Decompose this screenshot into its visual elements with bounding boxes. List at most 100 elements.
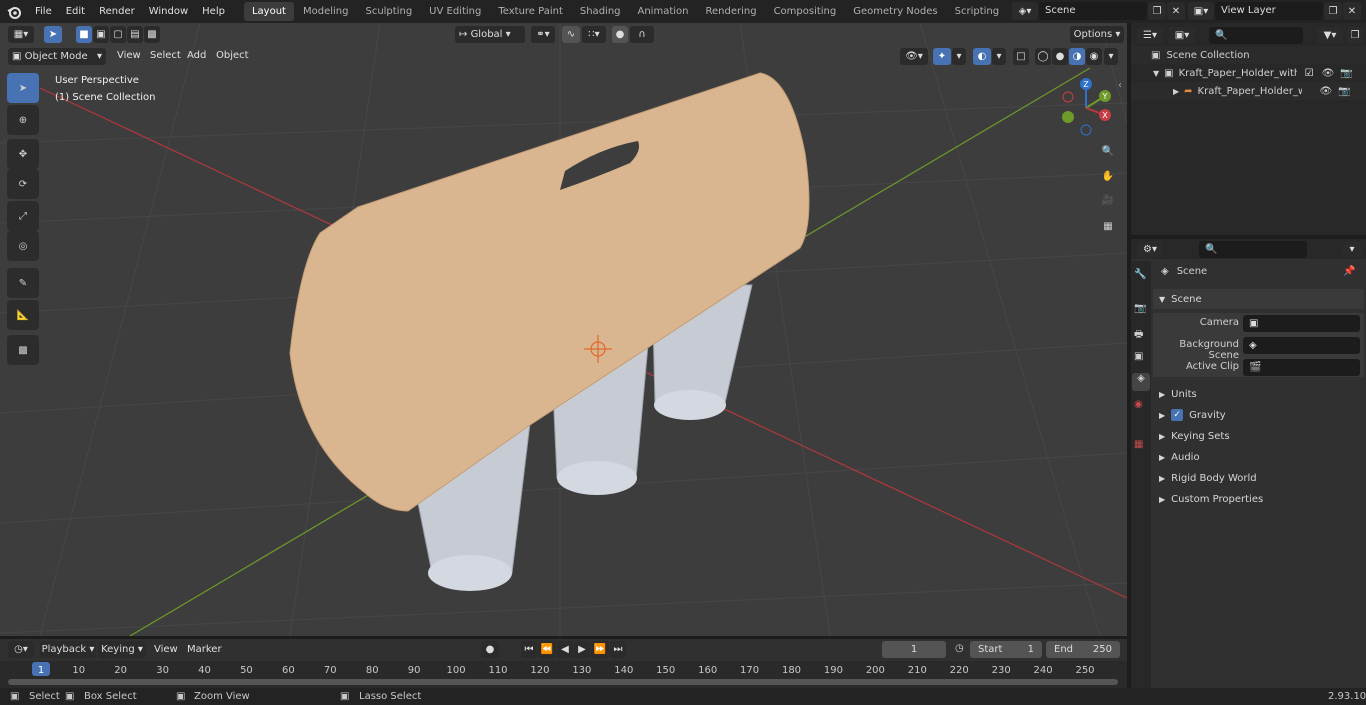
transform-orientation-dropdown[interactable]: ↦ Global ▾: [455, 25, 525, 43]
scene-section-header[interactable]: ▼ Scene: [1153, 289, 1364, 309]
outliner-editor-icon[interactable]: ☰▾: [1137, 26, 1163, 44]
expand-arrow-icon[interactable]: ▶: [1173, 87, 1179, 96]
show-gizmo-icon[interactable]: ✦: [933, 47, 951, 65]
xray-toggle-icon[interactable]: □: [1013, 47, 1029, 65]
gizmo-dropdown-icon[interactable]: ▾: [952, 47, 966, 65]
outliner-search-input[interactable]: 🔍: [1209, 26, 1303, 44]
outliner-row-object[interactable]: ▶ ➦ Kraft_Paper_Holder_with_ 👁 📷: [1131, 82, 1366, 100]
gravity-checkbox[interactable]: ✓: [1171, 409, 1184, 421]
annotate-tool-icon[interactable]: ✎: [7, 268, 39, 298]
gravity-section[interactable]: ▶ ✓ Gravity: [1153, 405, 1364, 425]
properties-search-input[interactable]: 🔍: [1199, 240, 1307, 258]
options-dropdown[interactable]: Options ▾: [1070, 25, 1124, 43]
select-intersect-icon[interactable]: ▩: [144, 25, 160, 43]
view-layer-icon[interactable]: ▣▾: [1188, 2, 1214, 20]
start-frame-field[interactable]: Start 1: [970, 641, 1042, 658]
keying-dropdown[interactable]: Keying ▾: [98, 641, 146, 658]
wireframe-shading-icon[interactable]: ◯: [1035, 47, 1051, 65]
render-camera-icon[interactable]: 📷: [1340, 68, 1352, 79]
menu-edit[interactable]: Edit: [59, 0, 92, 23]
tab-geometry-nodes[interactable]: Geometry Nodes: [845, 2, 945, 21]
units-section[interactable]: ▶ Units: [1153, 384, 1364, 404]
rendered-shading-icon[interactable]: ◉: [1086, 47, 1102, 65]
tab-compositing[interactable]: Compositing: [766, 2, 845, 21]
object-mode-dropdown[interactable]: ▣ Object Mode ▾: [8, 47, 106, 65]
proportional-edit-icon[interactable]: ●: [612, 25, 628, 43]
audio-section[interactable]: ▶ Audio: [1153, 447, 1364, 467]
sidebar-toggle-icon[interactable]: ‹: [1118, 80, 1122, 91]
visibility-selectability-icon[interactable]: 👁▾: [900, 47, 928, 65]
material-preview-icon[interactable]: ◑: [1069, 47, 1085, 65]
prev-keyframe-icon[interactable]: ⏪: [538, 641, 556, 658]
timeline-menu-marker[interactable]: Marker: [180, 639, 229, 660]
world-tab-icon[interactable]: ◉: [1134, 399, 1143, 410]
auto-keying-icon[interactable]: ●: [481, 641, 499, 658]
active-clip-field[interactable]: 🎬: [1243, 359, 1360, 376]
jump-end-icon[interactable]: ⏭: [610, 641, 626, 658]
new-scene-icon[interactable]: ❐: [1148, 2, 1166, 20]
visibility-eye-icon[interactable]: 👁: [1320, 86, 1333, 97]
expand-arrow-icon[interactable]: ▼: [1153, 69, 1159, 78]
tab-sculpting[interactable]: Sculpting: [357, 2, 420, 21]
end-frame-field[interactable]: End 250: [1046, 641, 1120, 658]
editor-type-icon[interactable]: ▦▾: [8, 25, 34, 43]
tab-shading[interactable]: Shading: [572, 2, 629, 21]
scale-tool-icon[interactable]: ⤢: [7, 201, 39, 231]
select-extend-icon[interactable]: ▣: [93, 25, 109, 43]
camera-view-icon[interactable]: 🎥: [1097, 189, 1119, 211]
view-layer-tab-icon[interactable]: ▣: [1134, 351, 1143, 362]
camera-field[interactable]: ▣: [1243, 315, 1360, 332]
menu-file[interactable]: File: [28, 0, 59, 23]
menu-render[interactable]: Render: [92, 0, 142, 23]
tab-layout[interactable]: Layout: [243, 2, 294, 21]
pan-view-icon[interactable]: ✋: [1097, 165, 1119, 187]
background-scene-field[interactable]: ◈: [1243, 337, 1360, 354]
move-tool-icon[interactable]: ✥: [7, 139, 39, 169]
navigation-gizmo[interactable]: Z Y X: [1055, 75, 1119, 139]
tab-modeling[interactable]: Modeling: [295, 2, 357, 21]
jump-start-icon[interactable]: ⏮: [521, 641, 537, 658]
new-collection-icon[interactable]: ❐: [1347, 26, 1363, 44]
exclude-checkbox-icon[interactable]: ☑: [1305, 68, 1314, 79]
new-view-layer-icon[interactable]: ❐: [1324, 2, 1342, 20]
rigid-body-world-section[interactable]: ▶ Rigid Body World: [1153, 468, 1364, 488]
measure-tool-icon[interactable]: 📐: [7, 300, 39, 330]
rotate-tool-icon[interactable]: ⟳: [7, 169, 39, 199]
tab-texture-paint[interactable]: Texture Paint: [490, 2, 571, 21]
keying-sets-section[interactable]: ▶ Keying Sets: [1153, 426, 1364, 446]
outliner-row-collection[interactable]: ▼ ▣ Kraft_Paper_Holder_with_Thre ☑ 👁 📷: [1131, 64, 1366, 82]
select-new-icon[interactable]: ■: [76, 25, 92, 43]
scene-icon[interactable]: ◈▾: [1012, 2, 1038, 20]
snap-target-icon[interactable]: ∷▾: [582, 25, 606, 43]
viewport-menu-object[interactable]: Object: [209, 45, 256, 67]
solid-shading-icon[interactable]: ●: [1052, 47, 1068, 65]
preview-range-icon[interactable]: ◷: [955, 643, 964, 654]
menu-window[interactable]: Window: [142, 0, 195, 23]
snap-toggle-icon[interactable]: ∿: [562, 25, 580, 43]
transform-tool-icon[interactable]: ◎: [7, 231, 39, 261]
select-tool-icon[interactable]: ➤: [44, 25, 62, 43]
select-box-tool-icon[interactable]: ➤: [7, 73, 39, 103]
ortho-toggle-icon[interactable]: ▦: [1097, 215, 1119, 237]
play-reverse-icon[interactable]: ◀: [557, 641, 573, 658]
scene-tab-icon[interactable]: ◈: [1132, 373, 1150, 391]
menu-help[interactable]: Help: [195, 0, 232, 23]
pin-icon[interactable]: 📌: [1343, 266, 1355, 277]
blender-logo-icon[interactable]: [0, 0, 28, 23]
timeline-editor-icon[interactable]: ◷▾: [8, 641, 34, 658]
cursor-tool-icon[interactable]: ⊕: [7, 105, 39, 135]
output-tab-icon[interactable]: 🖶: [1134, 327, 1143, 344]
delete-view-layer-icon[interactable]: ✕: [1343, 2, 1361, 20]
current-frame-field[interactable]: 1: [882, 641, 946, 658]
select-subtract-icon[interactable]: ▢: [110, 25, 126, 43]
playback-dropdown[interactable]: Playback ▾: [40, 641, 96, 658]
tab-scripting[interactable]: Scripting: [947, 2, 1007, 21]
delete-scene-icon[interactable]: ✕: [1167, 2, 1185, 20]
texture-tab-icon[interactable]: ▦: [1134, 439, 1143, 450]
add-cube-tool-icon[interactable]: ▩: [7, 335, 39, 365]
custom-properties-section[interactable]: ▶ Custom Properties: [1153, 489, 1364, 509]
pivot-point-icon[interactable]: ⚭▾: [531, 25, 555, 43]
properties-options-icon[interactable]: ▾: [1343, 240, 1361, 258]
overlays-dropdown-icon[interactable]: ▾: [992, 47, 1006, 65]
view-layer-field[interactable]: View Layer: [1215, 2, 1323, 20]
